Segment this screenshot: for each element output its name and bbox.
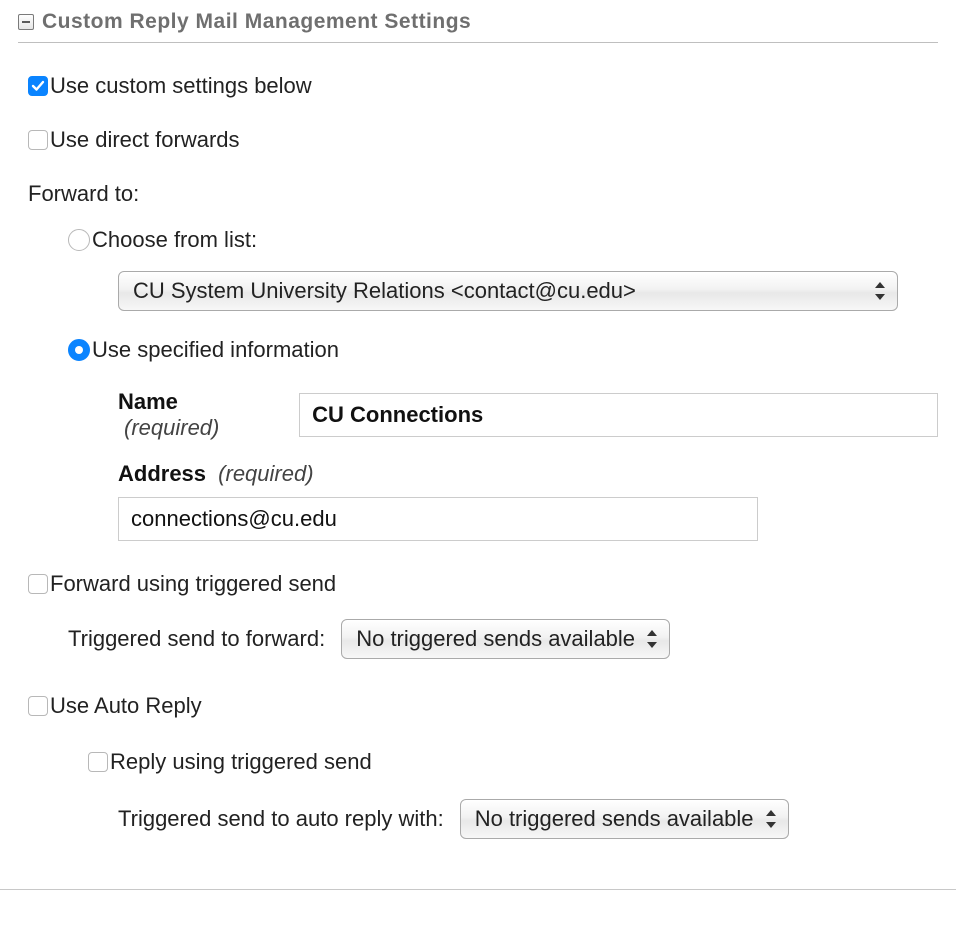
collapse-icon[interactable]	[18, 14, 34, 30]
reply-triggered-select-value: No triggered sends available	[475, 806, 754, 832]
forward-to-label: Forward to:	[28, 181, 938, 207]
reply-triggered-checkbox[interactable]	[88, 752, 108, 772]
use-direct-forwards-label: Use direct forwards	[50, 127, 240, 153]
name-required-text: (required)	[124, 415, 219, 440]
footer-divider	[0, 889, 956, 890]
sort-arrows-icon	[645, 630, 659, 648]
use-custom-checkbox[interactable]	[28, 76, 48, 96]
section-header: Custom Reply Mail Management Settings	[18, 0, 938, 43]
reply-triggered-label: Reply using triggered send	[110, 749, 372, 775]
name-label-text: Name	[118, 389, 178, 414]
sort-arrows-icon	[764, 810, 778, 828]
forward-triggered-sublabel: Triggered send to forward:	[68, 626, 325, 652]
address-label-text: Address	[118, 461, 206, 486]
name-field-label: Name (required)	[118, 389, 285, 441]
choose-from-list-value: CU System University Relations <contact@…	[133, 278, 636, 304]
choose-from-list-radio[interactable]	[68, 229, 90, 251]
reply-triggered-sublabel: Triggered send to auto reply with:	[118, 806, 444, 832]
use-specified-radio[interactable]	[68, 339, 90, 361]
auto-reply-label: Use Auto Reply	[50, 693, 202, 719]
address-input[interactable]	[118, 497, 758, 541]
address-field-label: Address (required)	[118, 461, 314, 486]
forward-triggered-select-value: No triggered sends available	[356, 626, 635, 652]
use-specified-label: Use specified information	[92, 337, 339, 363]
use-custom-label: Use custom settings below	[50, 73, 312, 99]
forward-triggered-select[interactable]: No triggered sends available	[341, 619, 670, 659]
address-required-text: (required)	[218, 461, 313, 486]
reply-triggered-select[interactable]: No triggered sends available	[460, 799, 789, 839]
forward-triggered-label: Forward using triggered send	[50, 571, 336, 597]
section-title: Custom Reply Mail Management Settings	[42, 10, 471, 34]
choose-from-list-select[interactable]: CU System University Relations <contact@…	[118, 271, 898, 311]
forward-triggered-checkbox[interactable]	[28, 574, 48, 594]
choose-from-list-label: Choose from list:	[92, 227, 257, 253]
sort-arrows-icon	[873, 282, 887, 300]
name-input[interactable]	[299, 393, 938, 437]
use-direct-forwards-checkbox[interactable]	[28, 130, 48, 150]
auto-reply-checkbox[interactable]	[28, 696, 48, 716]
